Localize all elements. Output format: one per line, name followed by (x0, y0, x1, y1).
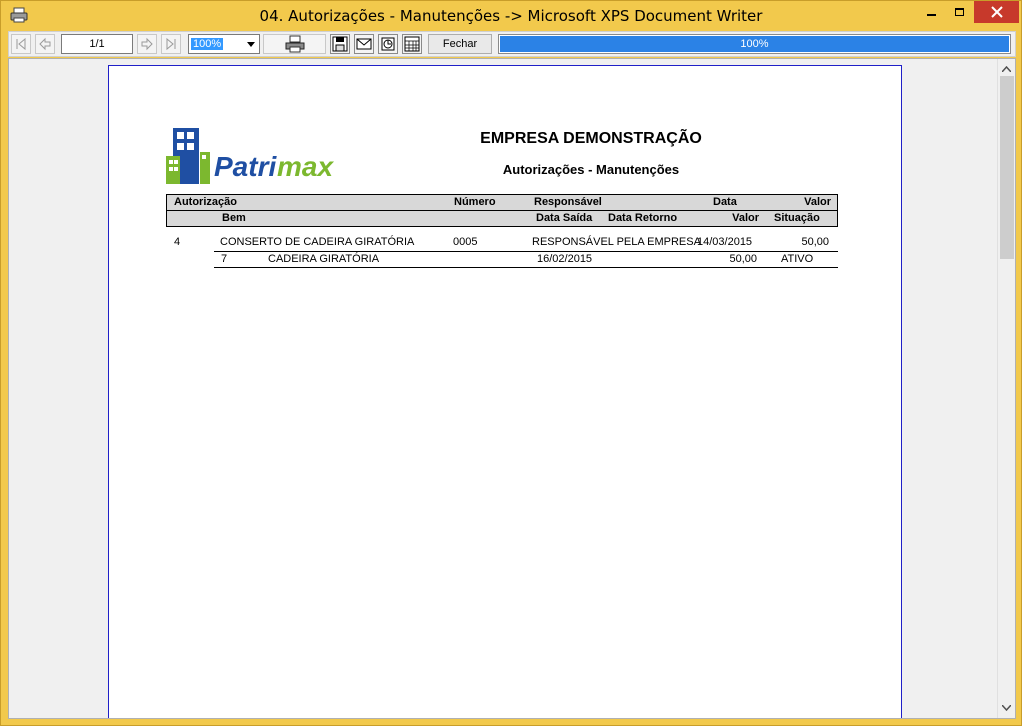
header-data-saida: Data Saída (536, 212, 593, 224)
header-responsavel: Responsável (534, 196, 602, 208)
item-codigo: 7 (221, 253, 228, 265)
logo-text-max: max (277, 151, 334, 182)
row-autorizacao: 4 (174, 236, 181, 248)
last-page-icon (166, 37, 176, 51)
progress-text: 100% (740, 38, 769, 50)
row-numero: 0005 (453, 236, 478, 248)
close-window-button[interactable] (974, 1, 1019, 23)
row-data: 14/03/2015 (697, 236, 753, 248)
chevron-up-icon (1002, 66, 1011, 72)
item-data-saida: 16/02/2015 (537, 253, 593, 265)
zoom-select[interactable]: 100% (188, 34, 260, 54)
maximize-button[interactable] (945, 1, 973, 23)
chevron-down-icon (1002, 705, 1011, 711)
scrollbar-thumb[interactable] (1000, 76, 1014, 259)
minimize-icon (926, 14, 936, 16)
envelope-icon (356, 38, 372, 50)
header-valor: Valor (804, 196, 831, 208)
arrow-right-icon (141, 37, 153, 51)
floppy-disk-icon (332, 36, 348, 52)
header-valor-bem: Valor (732, 212, 759, 224)
first-page-icon (16, 37, 26, 51)
logo-text-patri: Patri (214, 151, 277, 182)
settings-button[interactable] (402, 34, 422, 54)
title-bar[interactable]: 04. Autorizações - Manutenções -> Micros… (1, 1, 1021, 31)
scroll-up-button[interactable] (998, 61, 1015, 77)
calendar-grid-icon (404, 36, 420, 52)
header-autorizacao: Autorização (174, 196, 237, 208)
report-preview-area[interactable]: Patri max EMPRESA DEMONSTRAÇÃO Autorizaç… (8, 58, 1016, 719)
item-situacao: ATIVO (781, 253, 814, 265)
close-icon (990, 6, 1003, 18)
patrimax-logo: Patri max (166, 128, 334, 184)
row-descricao: CONSERTO DE CADEIRA GIRATÓRIA (220, 236, 415, 248)
printer-icon (285, 35, 304, 53)
export-icon (381, 37, 395, 51)
item-bem: CADEIRA GIRATÓRIA (268, 253, 380, 265)
progress-bar: 100% (498, 34, 1011, 54)
chevron-down-icon[interactable] (244, 36, 258, 52)
last-page-button[interactable] (161, 34, 181, 54)
company-name: EMPRESA DEMONSTRAÇÃO (480, 130, 702, 147)
export-button[interactable] (378, 34, 398, 54)
previous-page-button[interactable] (35, 34, 55, 54)
vertical-scrollbar[interactable] (997, 59, 1015, 718)
report-page: Patri max EMPRESA DEMONSTRAÇÃO Autorizaç… (108, 65, 902, 718)
header-numero: Número (454, 196, 496, 208)
maximize-icon (954, 8, 964, 16)
header-bem: Bem (222, 212, 246, 224)
report-preview-window: 04. Autorizações - Manutenções -> Micros… (0, 0, 1022, 726)
row-responsavel: RESPONSÁVEL PELA EMPRESA (532, 236, 701, 248)
report-title: Autorizações - Manutenções (502, 162, 680, 177)
header-situacao: Situação (774, 212, 820, 224)
item-valor: 50,00 (729, 253, 757, 265)
header-data: Data (713, 196, 737, 208)
page-indicator-field[interactable]: 1/1 (61, 34, 133, 54)
row-valor: 50,00 (801, 236, 829, 248)
window-title: 04. Autorizações - Manutenções -> Micros… (259, 7, 763, 25)
zoom-value: 100% (191, 38, 224, 50)
first-page-button[interactable] (11, 34, 31, 54)
print-button[interactable] (263, 34, 326, 54)
close-report-button[interactable]: Fechar (428, 34, 492, 54)
save-button[interactable] (330, 34, 350, 54)
preview-toolbar: 1/1 100% Fechar 100% (8, 31, 1016, 57)
table-header: Autorização Número Responsável Data Valo… (166, 194, 838, 227)
email-button[interactable] (354, 34, 374, 54)
next-page-button[interactable] (137, 34, 157, 54)
arrow-left-icon (39, 37, 51, 51)
header-data-retorno: Data Retorno (608, 212, 678, 224)
scroll-down-button[interactable] (998, 700, 1015, 716)
minimize-button[interactable] (917, 1, 945, 23)
